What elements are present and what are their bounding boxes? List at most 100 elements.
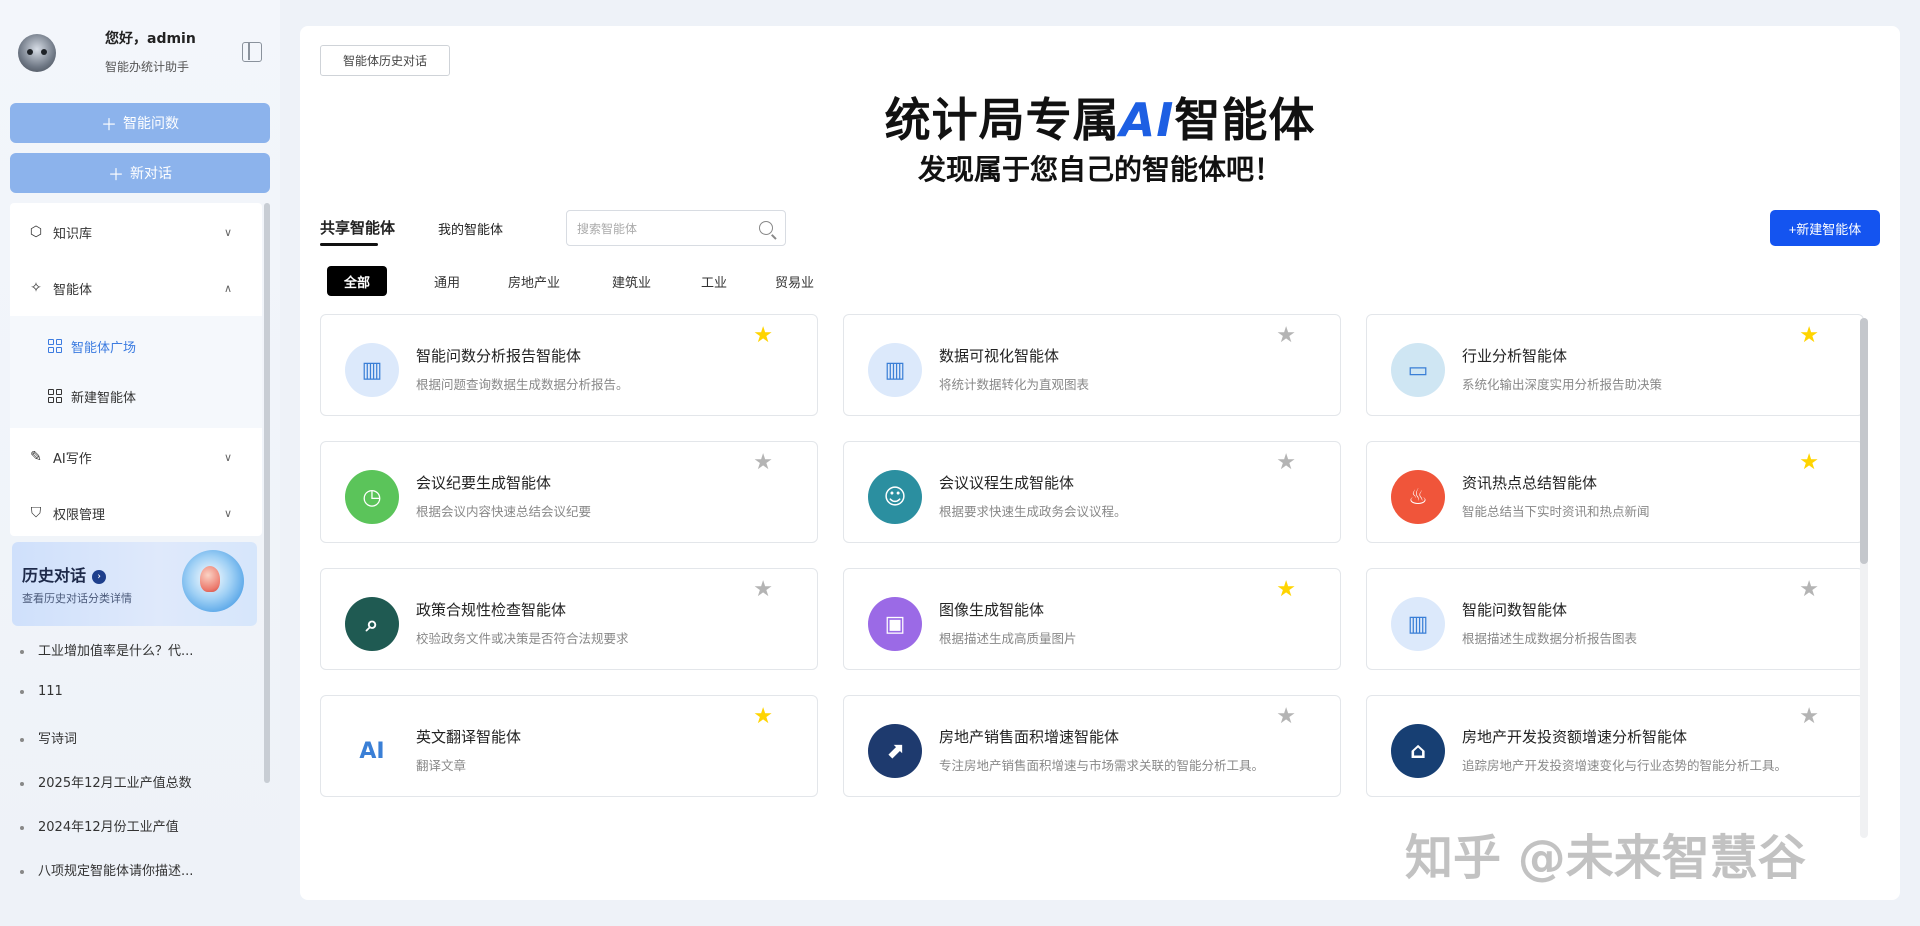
new-chat-button[interactable]: ＋ 新对话: [10, 153, 270, 193]
agent-card[interactable]: AI 英文翻译智能体 翻译文章 ★: [320, 695, 818, 797]
agent-description: 系统化输出深度实用分析报告助决策: [1462, 377, 1663, 392]
menu-item-knowledge-base[interactable]: ⬡ 知识库 ∨: [10, 212, 262, 252]
agent-name: 会议议程生成智能体: [939, 474, 1075, 492]
search-input[interactable]: [577, 219, 747, 239]
category-all[interactable]: 全部: [327, 266, 387, 296]
history-item[interactable]: 工业增加值率是什么？代...: [20, 640, 260, 660]
agent-card[interactable]: ▭ 行业分析智能体系统化输出深度实用分析报告助决策 ★: [1366, 314, 1864, 416]
agent-description: 校验政务文件或决策是否符合法规要求: [416, 631, 629, 646]
agent-card[interactable]: ◷ 会议纪要生成智能体 根据会议内容快速总结会议纪要 ★: [320, 441, 818, 543]
sidebar-scrollbar[interactable]: [264, 203, 270, 783]
chevron-down-icon: ∨: [223, 225, 232, 239]
star-icon[interactable]: ★: [753, 706, 773, 728]
menu-item-ai-writing[interactable]: ✎ AI写作 ∨: [10, 437, 262, 477]
star-icon[interactable]: ★: [1276, 452, 1296, 474]
star-icon[interactable]: ★: [753, 579, 773, 601]
agent-card[interactable]: ⬈ 房地产销售面积增速智能体 专注房地产销售面积增速与市场需求关联的智能分析工具。 ★: [843, 695, 1341, 797]
menu-label: AI写作: [53, 451, 92, 467]
chart-visual-icon: ▥: [868, 343, 922, 397]
building-growth-icon: ⬈: [868, 724, 922, 778]
star-icon[interactable]: ★: [1799, 579, 1819, 601]
arrow-right-icon: ›: [92, 570, 107, 584]
agent-card[interactable]: ▥ 数据可视化智能体 将统计数据转化为直观图表 ★: [843, 314, 1341, 416]
main-panel: 智能体历史对话 统计局专属AI智能体 发现属于您自己的智能体吧！ 共享智能体 我…: [300, 26, 1900, 900]
magnet-illustration: [182, 550, 244, 612]
image-icon: ▣: [868, 597, 922, 651]
agent-name: 资讯热点总结智能体: [1462, 474, 1598, 492]
submenu-label: 智能体广场: [71, 340, 137, 356]
agent-description: 根据要求快速生成政务会议议程。: [939, 504, 1127, 519]
agent-name: 政策合规性检查智能体: [416, 601, 567, 619]
agent-description: 翻译文章: [416, 758, 467, 773]
new-agent-button[interactable]: +新建智能体: [1770, 210, 1880, 246]
page-subtitle: 发现属于您自己的智能体吧！: [917, 153, 1282, 186]
agent-card[interactable]: ♨ 资讯热点总结智能体 智能总结当下实时资讯和热点新闻 ★: [1366, 441, 1864, 543]
menu-label: 权限管理: [53, 507, 106, 523]
agent-name: 图像生成智能体: [939, 601, 1045, 619]
magnifier-doc-icon: ⌕: [345, 597, 399, 651]
agent-name: 数据可视化智能体: [939, 347, 1060, 365]
star-icon[interactable]: ★: [1276, 579, 1296, 601]
star-icon[interactable]: ★: [1799, 325, 1819, 347]
history-item[interactable]: 2025年12月工业产值总数: [20, 772, 260, 792]
menu-item-agents[interactable]: ✧ 智能体 ∧: [10, 268, 262, 308]
category-construction[interactable]: 建筑业: [612, 266, 651, 296]
category-trade[interactable]: 贸易业: [775, 266, 814, 296]
ai-logo: AI: [1119, 93, 1175, 147]
ask-data-label: 智能问数: [123, 115, 179, 131]
history-item[interactable]: 111: [20, 684, 260, 704]
chart-report-icon: ▥: [345, 343, 399, 397]
tab-my-agents[interactable]: 我的智能体: [438, 219, 503, 238]
main-scrollbar[interactable]: [1860, 318, 1868, 838]
agent-card[interactable]: ▥ 智能问数分析报告智能体 根据问题查询数据生成数据分析报告。 ★: [320, 314, 818, 416]
agent-name: 行业分析智能体: [1462, 347, 1568, 365]
category-industry[interactable]: 工业: [701, 266, 727, 296]
agent-card[interactable]: ⌂ 房地产开发投资额增速分析智能体 追踪房地产开发投资增速变化与行业态势的智能分析工…: [1366, 695, 1864, 797]
agent-name: 英文翻译智能体: [416, 728, 522, 746]
sidebar: 您好，admin 智能办统计助手 ＋ 智能问数 ＋ 新对话 ⬡ 知识库 ∨ ✧ …: [0, 0, 280, 926]
submenu-agent-plaza[interactable]: 智能体广场: [10, 326, 262, 366]
star-icon[interactable]: ★: [1276, 325, 1296, 347]
tab-shared-agents[interactable]: 共享智能体: [320, 217, 395, 238]
robot-avatar: [18, 34, 56, 72]
fire-icon: ♨: [1391, 470, 1445, 524]
category-real-estate[interactable]: 房地产业: [508, 266, 560, 296]
history-item[interactable]: 八项规定智能体请你描述...: [20, 860, 260, 880]
agent-card[interactable]: ▥ 智能问数智能体 根据描述生成数据分析报告图表 ★: [1366, 568, 1864, 670]
history-item[interactable]: 2024年12月份工业产值: [20, 816, 260, 836]
chevron-up-icon: ∧: [223, 281, 232, 295]
agent-history-button[interactable]: 智能体历史对话: [320, 45, 450, 76]
star-icon[interactable]: ★: [1799, 452, 1819, 474]
menu-label: 知识库: [53, 226, 93, 242]
history-card[interactable]: 历史对话 › 查看历史对话分类详情: [12, 542, 257, 626]
category-general[interactable]: 通用: [434, 266, 460, 296]
agent-card[interactable]: ⌕ 政策合规性检查智能体校验政务文件或决策是否符合法规要求 ★: [320, 568, 818, 670]
clock-check-icon: ◷: [345, 470, 399, 524]
monitor-icon: ▭: [1391, 343, 1445, 397]
star-icon[interactable]: ★: [753, 325, 773, 347]
star-icon[interactable]: ★: [1276, 706, 1296, 728]
agent-card[interactable]: ▣ 图像生成智能体 根据描述生成高质量图片 ★: [843, 568, 1341, 670]
agent-description: 专注房地产销售面积增速与市场需求关联的智能分析工具。: [939, 758, 1265, 773]
submenu-new-agent[interactable]: 新建智能体: [10, 376, 262, 416]
agent-description: 根据会议内容快速总结会议纪要: [416, 504, 592, 519]
sidebar-collapse-icon[interactable]: [242, 42, 262, 62]
tab-underline: [320, 243, 378, 246]
page-title: 统计局专属AI智能体: [884, 93, 1316, 147]
history-item[interactable]: 写诗词: [20, 728, 260, 748]
menu-label: 智能体: [53, 282, 93, 298]
search-icon[interactable]: [759, 221, 773, 235]
house-chart-icon: ⌂: [1391, 724, 1445, 778]
ask-data-button[interactable]: ＋ 智能问数: [10, 103, 270, 143]
pen-icon: ✎: [30, 449, 42, 465]
star-icon[interactable]: ★: [1799, 706, 1819, 728]
submenu-label: 新建智能体: [71, 390, 137, 406]
agent-description: 根据描述生成数据分析报告图表: [1462, 631, 1638, 646]
star-icon[interactable]: ★: [753, 452, 773, 474]
sparkle-icon: ✧: [30, 280, 42, 296]
grid-icon: [48, 339, 62, 353]
agent-description: 追踪房地产开发投资增速变化与行业态势的智能分析工具。: [1462, 758, 1788, 773]
agent-card[interactable]: ☺ 会议议程生成智能体 根据要求快速生成政务会议议程。 ★: [843, 441, 1341, 543]
user-role: 智能办统计助手: [105, 60, 190, 74]
menu-item-permissions[interactable]: ⛉ 权限管理 ∨: [10, 493, 262, 533]
